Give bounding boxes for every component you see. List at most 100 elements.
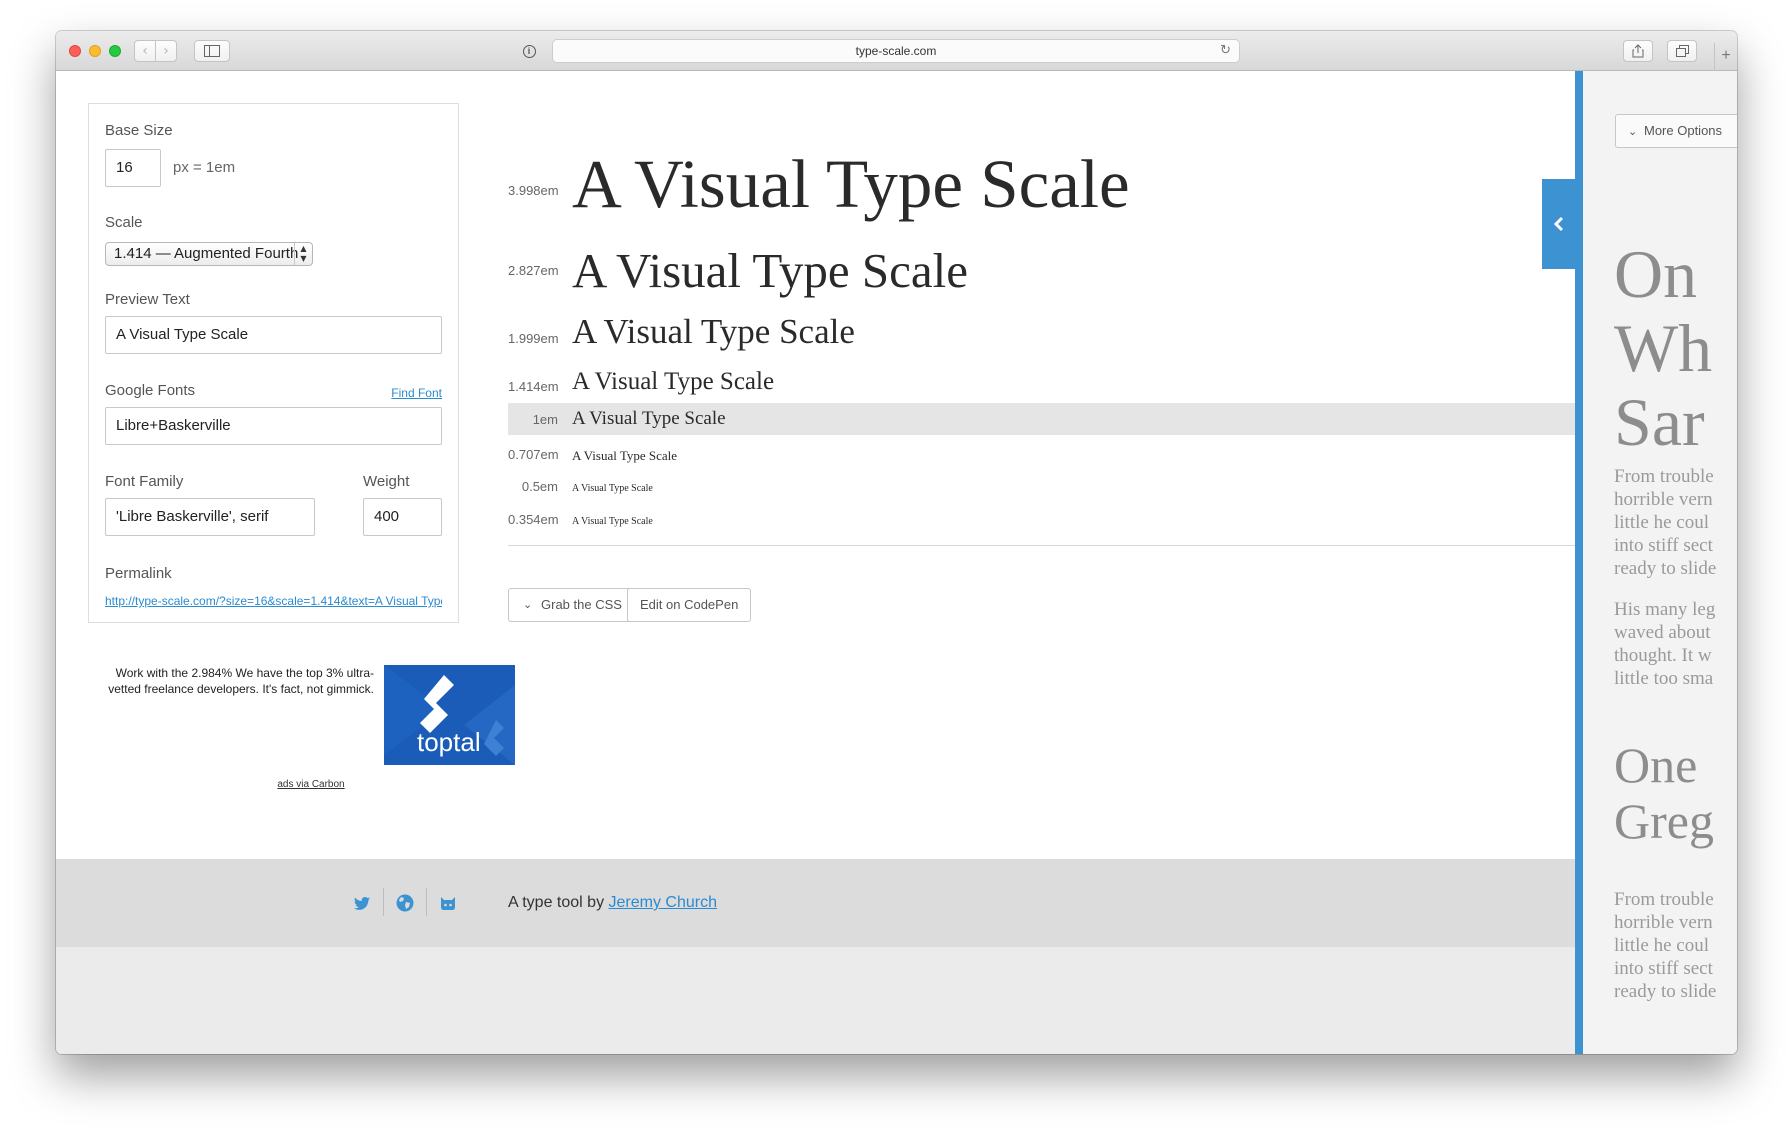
minimize-window-button[interactable] (89, 45, 101, 57)
preview-heading: On Wh Sar (1614, 237, 1712, 459)
scale-sample-text: A Visual Type Scale (572, 368, 775, 395)
scale-em-label: 1.999em (508, 331, 559, 346)
preview-text-input[interactable]: A Visual Type Scale (105, 316, 442, 354)
globe-icon[interactable] (395, 893, 415, 913)
scale-em-label: 1.414em (508, 379, 559, 394)
chevron-left-icon: ‹ (142, 43, 148, 59)
site-info-button[interactable]: i (518, 41, 540, 61)
base-size-label: Base Size (105, 122, 173, 139)
preview-text-label: Preview Text (105, 291, 190, 308)
footer-separator (426, 888, 427, 916)
chevron-left-icon (1553, 216, 1563, 232)
preview-paragraph-line: into stiff sect (1614, 535, 1713, 556)
sidebar-icon (204, 45, 220, 57)
preview-paragraph-line: into stiff sect (1614, 958, 1713, 979)
scale-sample-text: A Visual Type Scale (572, 483, 653, 494)
ad-image[interactable]: toptal (384, 665, 515, 765)
url-text: type-scale.com (855, 44, 937, 58)
author-link[interactable]: Jeremy Church (609, 894, 717, 911)
edit-on-codepen-button[interactable]: Edit on CodePen (627, 588, 752, 622)
scale-em-label: 1em (532, 412, 558, 427)
browser-window: ‹ › i type-scale.com ↻ + Base Size 16 px… (56, 31, 1737, 1054)
chevron-down-icon: ⌄ (1628, 125, 1638, 138)
preview-heading-line: On (1614, 236, 1698, 312)
tabs-overview-button[interactable] (1667, 40, 1697, 62)
browser-toolbar: ‹ › i type-scale.com ↻ + (56, 31, 1737, 71)
divider (508, 545, 1575, 546)
scale-sample-text: A Visual Type Scale (572, 312, 855, 351)
preview-paragraph-line: horrible vern (1614, 912, 1713, 933)
close-window-button[interactable] (69, 45, 81, 57)
preview-paragraph: From trouble horrible vern little he cou… (1614, 888, 1716, 1003)
scale-row-base: 1em A Visual Type Scale (508, 403, 1575, 435)
scale-sample-text: A Visual Type Scale (572, 146, 1130, 222)
footer-separator (383, 888, 384, 916)
ad-text[interactable]: Work with the 2.984% We have the top 3% … (96, 665, 374, 697)
footer-credit: A type tool by Jeremy Church (508, 894, 717, 912)
chevron-down-icon: ⌄ (523, 598, 533, 611)
sidebar-toggle-button[interactable] (194, 40, 230, 62)
preview-heading-line: Wh (1614, 310, 1713, 386)
scale-sample-text: A Visual Type Scale (572, 243, 969, 298)
scale-sample-text: A Visual Type Scale (572, 408, 726, 429)
scale-sample-text: A Visual Type Scale (572, 448, 678, 463)
scale-select[interactable]: 1.414 — Augmented Fourth ▲ ▼ (105, 242, 313, 266)
more-options-button[interactable]: ⌄ More Options (1615, 114, 1737, 148)
side-panel-toggle[interactable] (1542, 179, 1575, 269)
base-size-unit: px = 1em (173, 159, 236, 176)
base-size-input[interactable]: 16 (105, 149, 161, 187)
scale-label: Scale (105, 214, 143, 231)
address-bar[interactable]: type-scale.com ↻ (552, 39, 1240, 63)
plus-icon: + (1721, 47, 1731, 64)
preview-paragraph-line: little too sma (1614, 668, 1714, 689)
preview-paragraph-line: ready to slide (1614, 558, 1717, 579)
permalink-label: Permalink (105, 565, 172, 582)
forward-button[interactable]: › (155, 40, 177, 62)
scale-em-label: 0.707em (508, 447, 559, 462)
preview-paragraph-line: waved about (1614, 622, 1711, 643)
preview-paragraph-line: thought. It w (1614, 645, 1712, 666)
ad-brand: toptal (417, 727, 481, 757)
reload-icon[interactable]: ↻ (1220, 43, 1231, 58)
font-family-label: Font Family (105, 473, 184, 490)
toptal-logo-icon: toptal (384, 665, 515, 765)
select-arrows-icon: ▲ ▼ (294, 243, 312, 265)
scale-sample-text: A Visual Type Scale (572, 516, 653, 527)
share-icon (1632, 44, 1644, 58)
page-bottom-strip (56, 947, 1575, 1054)
find-font-link[interactable]: Find Font (391, 386, 442, 400)
tabs-icon (1675, 45, 1689, 57)
weight-input[interactable]: 400 (363, 498, 442, 536)
side-panel-border (1575, 71, 1583, 1054)
grab-css-button[interactable]: ⌄ Grab the CSS (508, 588, 635, 622)
scale-em-label: 0.5em (521, 479, 558, 494)
weight-label: Weight (363, 473, 410, 490)
font-family-input[interactable]: 'Libre Baskerville', serif (105, 498, 315, 536)
scale-row: 0.354em A Visual Type Scale (508, 512, 1575, 532)
footer-credit-prefix: A type tool by (508, 894, 609, 911)
preview-subheading: One Greg (1614, 737, 1714, 849)
share-button[interactable] (1623, 40, 1653, 62)
ads-via-carbon-link[interactable]: ads via Carbon (241, 779, 381, 790)
preview-paragraph: His many leg waved about thought. It w l… (1614, 598, 1715, 690)
zoom-window-button[interactable] (109, 45, 121, 57)
main-content: Base Size 16 px = 1em Scale 1.414 — Augm… (56, 71, 1575, 1054)
permalink-link[interactable]: http://type-scale.com/?size=16&scale=1.4… (105, 594, 442, 608)
preview-heading-line: One (1614, 737, 1698, 793)
preview-heading-line: Greg (1614, 793, 1714, 849)
preview-paragraph-line: ready to slide (1614, 981, 1717, 1002)
back-button[interactable]: ‹ (134, 40, 156, 62)
more-options-label: More Options (1644, 123, 1723, 138)
scale-em-label: 2.827em (508, 263, 559, 278)
grab-css-label: Grab the CSS (541, 597, 622, 612)
twitter-icon[interactable] (352, 893, 372, 913)
scale-select-value: 1.414 — Augmented Fourth (114, 245, 299, 262)
settings-panel: Base Size 16 px = 1em Scale 1.414 — Augm… (88, 103, 459, 623)
google-fonts-label: Google Fonts (105, 382, 196, 399)
side-preview-panel: ⌄ More Options On Wh Sar From trouble ho… (1583, 71, 1737, 1054)
scale-row: 1.999em A Visual Type Scale (508, 310, 1575, 354)
google-fonts-input[interactable]: Libre+Baskerville (105, 407, 442, 445)
preview-paragraph-line: From trouble (1614, 889, 1714, 910)
new-tab-button[interactable]: + (1714, 43, 1737, 71)
github-icon[interactable] (438, 893, 458, 913)
